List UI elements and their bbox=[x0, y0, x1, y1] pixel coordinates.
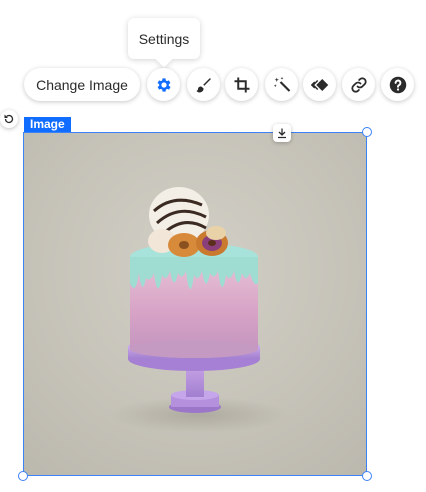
animation-icon bbox=[310, 78, 328, 91]
resize-handle-top-right[interactable] bbox=[362, 127, 372, 137]
settings-button[interactable] bbox=[147, 68, 180, 101]
settings-tooltip: Settings bbox=[128, 18, 200, 59]
resize-handle-bottom-right[interactable] bbox=[362, 471, 372, 481]
change-image-label: Change Image bbox=[36, 76, 128, 93]
animation-button[interactable] bbox=[303, 68, 336, 101]
help-button[interactable] bbox=[381, 68, 414, 101]
enhance-button[interactable] bbox=[265, 68, 298, 101]
rotate-icon bbox=[4, 114, 14, 124]
brush-icon bbox=[196, 77, 211, 92]
selection-frame bbox=[23, 132, 367, 476]
crop-icon bbox=[234, 77, 249, 92]
help-icon bbox=[389, 76, 406, 93]
download-button[interactable] bbox=[273, 124, 291, 142]
change-image-button[interactable]: Change Image bbox=[24, 68, 140, 101]
resize-handle-bottom-left[interactable] bbox=[18, 471, 28, 481]
crop-button[interactable] bbox=[225, 68, 258, 101]
download-icon bbox=[278, 128, 286, 139]
tooltip-text: Settings bbox=[138, 30, 190, 47]
link-button[interactable] bbox=[342, 68, 375, 101]
design-button[interactable] bbox=[187, 68, 220, 101]
element-type-tag: Image bbox=[24, 117, 71, 132]
gear-icon bbox=[157, 77, 171, 92]
magic-wand-icon bbox=[273, 76, 290, 92]
link-icon bbox=[350, 76, 367, 93]
rotate-handle[interactable] bbox=[0, 110, 18, 128]
